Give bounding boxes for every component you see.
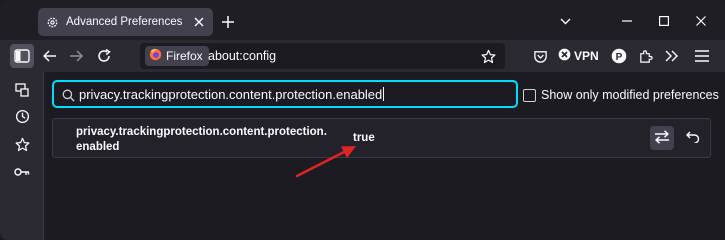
vpn-icon [558, 48, 571, 64]
show-modified-label[interactable]: Show only modified preferences [541, 88, 719, 102]
bookmarks-icon[interactable] [12, 134, 32, 154]
tab-advanced-preferences[interactable]: Advanced Preferences [38, 8, 213, 36]
tab-title: Advanced Preferences [66, 16, 183, 28]
list-all-tabs-chevron-down-icon[interactable] [553, 10, 577, 32]
vpn-button[interactable]: VPN [558, 46, 599, 66]
passwords-icon[interactable] [12, 162, 32, 182]
maximize-icon[interactable] [652, 10, 676, 32]
toggle-swap-icon [654, 129, 670, 147]
reset-undo-icon [686, 131, 700, 146]
close-icon[interactable] [191, 14, 207, 30]
save-to-pocket-icon[interactable] [528, 44, 552, 68]
extensions-icon[interactable] [633, 44, 657, 68]
url-bar[interactable]: Firefox about:config [140, 43, 505, 69]
menu-icon[interactable] [690, 44, 714, 68]
preference-value: true [353, 132, 375, 144]
synced-tabs-icon[interactable] [12, 80, 32, 100]
preference-name-line2: enabled [76, 141, 120, 153]
bookmark-star-icon[interactable] [479, 47, 497, 65]
minimize-icon[interactable] [615, 10, 639, 32]
preference-name-line1: privacy.trackingprotection.content.prote… [76, 126, 327, 138]
history-icon[interactable] [12, 106, 32, 126]
toggle-button[interactable] [650, 126, 674, 150]
preference-search-input[interactable]: privacy.trackingprotection.content.prote… [52, 80, 518, 108]
vpn-label: VPN [574, 49, 599, 63]
preference-row: privacy.trackingprotection.content.prote… [52, 118, 711, 158]
text-caret [383, 87, 385, 101]
identity-box[interactable]: Firefox [145, 46, 209, 66]
forward-icon[interactable] [64, 44, 88, 68]
navigation-toolbar: Firefox about:config VPN P [0, 40, 725, 72]
back-icon[interactable] [38, 44, 62, 68]
window-close-icon[interactable] [689, 10, 713, 32]
about-config-page: privacy.trackingprotection.content.prote… [44, 72, 725, 240]
overflow-chevron-icon[interactable] [660, 44, 684, 68]
search-input-value: privacy.trackingprotection.content.prote… [79, 87, 383, 102]
browser-window: Advanced Preferences Firefox about:confi… [0, 0, 725, 240]
preference-name: privacy.trackingprotection.content.prote… [76, 125, 346, 155]
gear-icon [44, 14, 60, 30]
show-modified-checkbox[interactable] [523, 89, 536, 102]
identity-label: Firefox [166, 49, 203, 63]
firefox-logo [149, 48, 162, 64]
sidebar [0, 72, 44, 240]
svg-text:P: P [616, 52, 623, 63]
search-icon [60, 87, 76, 103]
tab-strip: Advanced Preferences [0, 0, 725, 40]
reset-button[interactable] [683, 128, 703, 148]
profile-icon[interactable]: P [607, 44, 631, 68]
reload-icon[interactable] [92, 44, 116, 68]
url-text[interactable]: about:config [208, 49, 276, 63]
sidebar-icon[interactable] [10, 44, 34, 68]
new-tab-button[interactable] [218, 12, 238, 32]
